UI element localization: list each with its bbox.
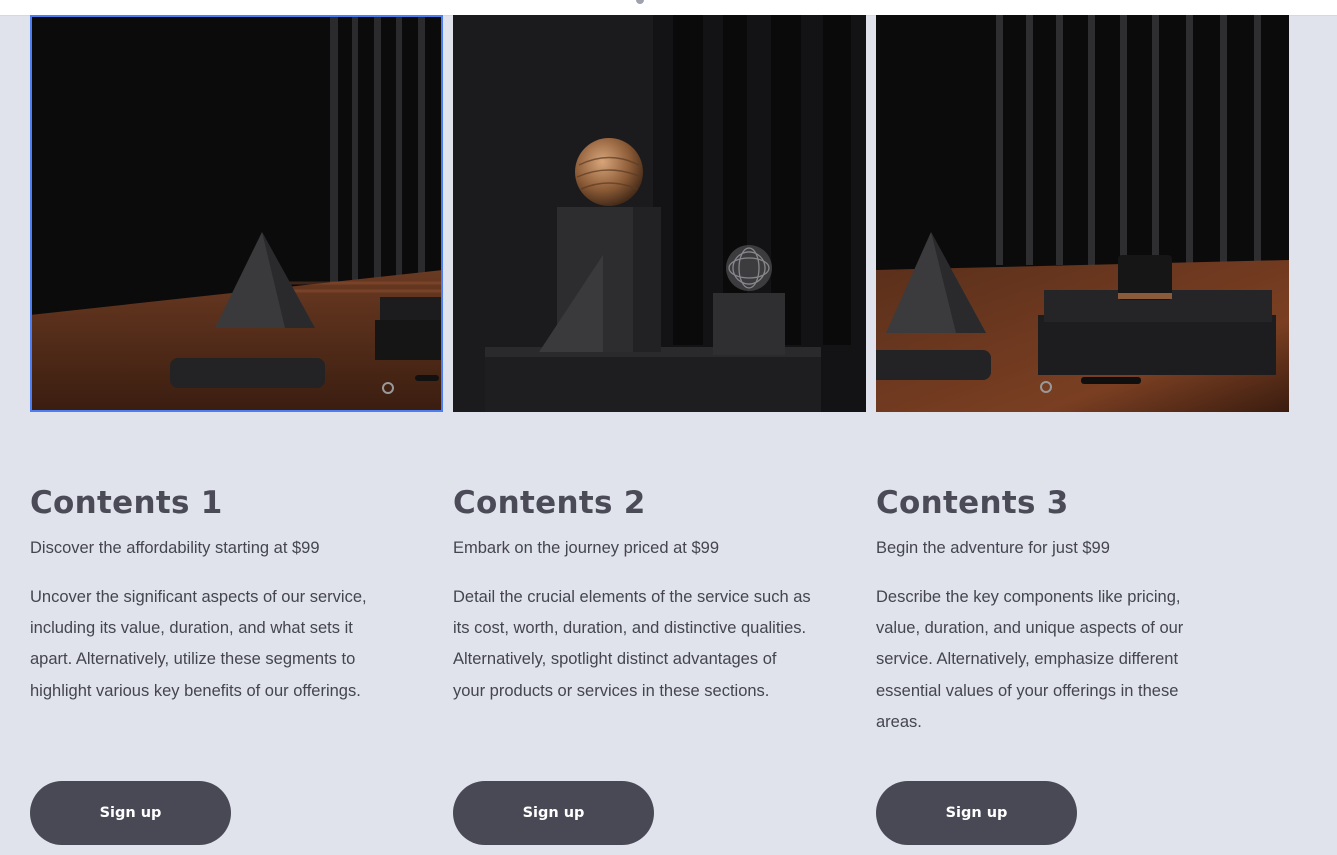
content-card-1: Contents 1 Discover the affordability st… [30,15,443,845]
card-2-description: Detail the crucial elements of the servi… [453,588,811,700]
card-1-signup-button[interactable]: Sign up [30,781,231,845]
card-1-photo[interactable] [30,15,443,412]
card-2-price: Embark on the journey priced at $99 [453,539,719,557]
card-2-signup-button[interactable]: Sign up [453,781,654,845]
card-2-photo[interactable] [453,15,866,412]
content-card-3: Contents 3 Begin the adventure for just … [876,15,1289,845]
card-1-title: Contents 1 [30,485,223,521]
top-bar [0,0,1337,16]
card-3-description: Describe the key components like pricing… [876,588,1184,731]
card-3-signup-button[interactable]: Sign up [876,781,1077,845]
card-3-photo[interactable] [876,15,1289,412]
content-card-2: Contents 2 Embark on the journey priced … [453,15,866,845]
card-2-photo-graphic [453,15,866,412]
card-2-title: Contents 2 [453,485,646,521]
scroll-indicator-icon [636,0,644,4]
card-3-photo-graphic [876,15,1289,412]
card-1-photo-graphic [30,15,443,412]
card-1-price: Discover the affordability starting at $… [30,539,320,557]
card-1-description: Uncover the significant aspects of our s… [30,588,367,700]
card-3-price: Begin the adventure for just $99 [876,539,1110,557]
card-3-title: Contents 3 [876,485,1069,521]
